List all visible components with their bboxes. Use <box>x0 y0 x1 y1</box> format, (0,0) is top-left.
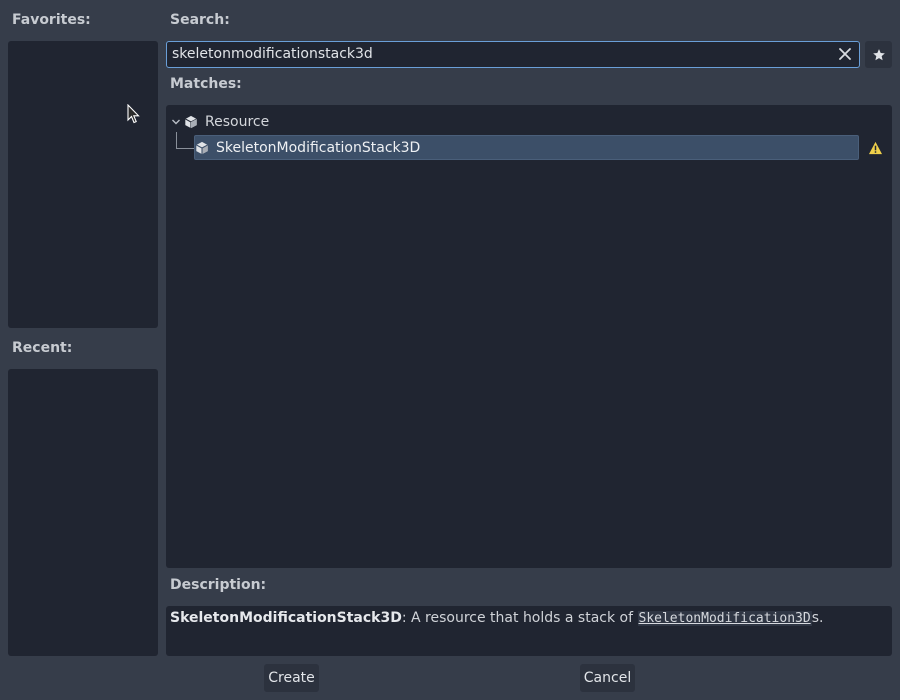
create-button[interactable]: Create <box>264 664 319 692</box>
search-label: Search: <box>170 12 230 28</box>
description-label: Description: <box>170 577 267 593</box>
close-icon <box>839 48 851 60</box>
mouse-cursor-icon <box>127 104 140 124</box>
description-text: SkeletonModificationStack3D: A resource … <box>170 610 823 626</box>
tree-item-label: Resource <box>205 114 270 130</box>
chevron-down-icon[interactable] <box>170 116 182 128</box>
matches-label: Matches: <box>170 76 242 92</box>
tree-item-content: SkeletonModificationStack3D <box>195 136 420 160</box>
tree-item-resource[interactable]: Resource <box>170 110 269 134</box>
class-reference-link[interactable]: SkeletonModification3D <box>637 611 812 626</box>
recent-list[interactable] <box>8 369 158 656</box>
warning-icon <box>868 141 883 155</box>
favorites-list[interactable] <box>8 41 158 328</box>
description-suffix: s. <box>811 610 824 626</box>
favorites-label: Favorites: <box>12 12 91 28</box>
description-body: : A resource that holds a stack of <box>401 610 638 626</box>
search-field[interactable] <box>166 41 860 68</box>
favorite-toggle-button[interactable] <box>865 41 892 68</box>
clear-search-button[interactable] <box>835 44 855 64</box>
description-class-name: SkeletonModificationStack3D <box>170 610 402 626</box>
resource-cube-icon <box>196 141 208 155</box>
search-input[interactable] <box>172 42 822 66</box>
star-icon <box>872 48 885 60</box>
cancel-button[interactable]: Cancel <box>580 664 635 692</box>
recent-label: Recent: <box>12 340 73 356</box>
tree-item-label: SkeletonModificationStack3D <box>216 140 421 156</box>
matches-tree[interactable] <box>166 105 892 568</box>
resource-cube-icon <box>185 115 197 129</box>
